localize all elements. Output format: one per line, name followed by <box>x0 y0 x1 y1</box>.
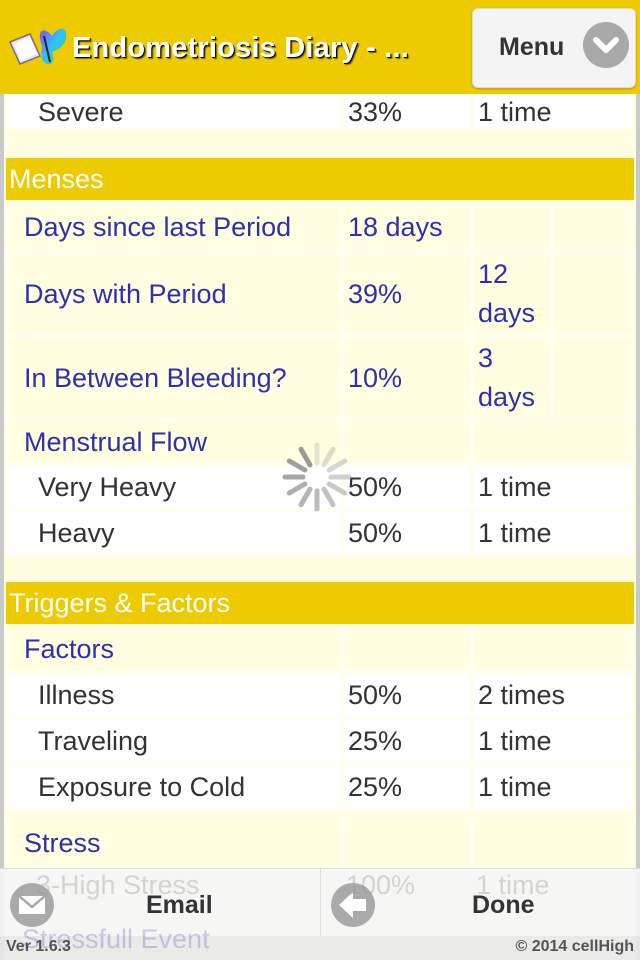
row-count: 1 time <box>472 718 634 764</box>
count-unit: days <box>478 298 536 328</box>
row-count: 12 days <box>472 252 552 336</box>
spinner-spoke <box>326 481 348 496</box>
row-percent: 33% <box>342 94 472 130</box>
row-count <box>472 626 634 672</box>
section-header-menses: Menses <box>6 158 634 200</box>
row-percent: 50% <box>342 510 472 556</box>
row-label: Days since last Period <box>6 202 342 252</box>
table-row: Stress <box>6 818 634 868</box>
row-count <box>472 202 552 252</box>
count-number: 3 <box>478 343 494 373</box>
row-percent <box>342 818 472 868</box>
menu-button[interactable]: Menu <box>472 8 636 88</box>
row-count: 1 time <box>472 464 634 510</box>
table-row: Days since last Period 18 days <box>6 202 634 252</box>
table-row: In Between Bleeding? 10% 3 days <box>6 336 634 420</box>
row-label: Severe <box>6 94 342 130</box>
table-row: Illness 50% 2 times <box>6 672 634 718</box>
table-row: Factors <box>6 626 634 672</box>
app-header: Endometriosis Diary - ... Menu <box>0 0 640 94</box>
row-percent: 50% <box>342 672 472 718</box>
done-button-label: Done <box>472 891 535 919</box>
table-row: Traveling 25% 1 time <box>6 718 634 764</box>
spinner-spoke <box>298 486 313 508</box>
section-header-triggers-factors: Triggers & Factors <box>6 582 634 624</box>
row-percent: 39% <box>342 252 472 336</box>
copyright-label: © 2014 cellHigh <box>515 938 634 955</box>
row-label: Heavy <box>6 510 342 556</box>
row-percent: 25% <box>342 718 472 764</box>
row-count: 1 time <box>472 510 634 556</box>
row-count: 3 days <box>472 336 552 420</box>
row-percent: 10% <box>342 336 472 420</box>
app-title: Endometriosis Diary - ... <box>72 32 409 64</box>
row-label: Traveling <box>6 718 342 764</box>
envelope-icon <box>10 883 54 927</box>
row-label: Days with Period <box>6 252 342 336</box>
row-percent <box>342 420 472 464</box>
row-count: 2 times <box>472 672 634 718</box>
row-empty <box>552 202 634 252</box>
table-row: Exposure to Cold 25% 1 time <box>6 764 634 810</box>
menu-button-label: Menu <box>499 33 565 61</box>
row-label: In Between Bleeding? <box>6 336 342 420</box>
arrow-left-icon <box>331 883 375 927</box>
row-count <box>472 818 634 868</box>
done-button[interactable]: Done <box>321 868 640 937</box>
spinner-spoke <box>298 446 313 468</box>
chevron-down-circle-icon <box>583 22 629 68</box>
book-butterfly-icon <box>8 28 67 65</box>
count-number: 12 <box>478 259 509 289</box>
email-button[interactable]: Email <box>0 868 321 937</box>
row-empty <box>552 336 634 420</box>
row-label: Illness <box>6 672 342 718</box>
row-label: Stress <box>6 818 342 868</box>
spinner-spoke <box>326 458 348 473</box>
footer-toolbar: Email Done 3-High Stress 100% 1 time Str… <box>0 868 640 960</box>
spinner-spoke <box>321 446 336 468</box>
email-button-label: Email <box>146 891 213 919</box>
row-percent: 25% <box>342 764 472 810</box>
table-row: Severe 33% 1 time <box>6 94 634 130</box>
row-empty <box>552 252 634 336</box>
row-percent: 50% <box>342 464 472 510</box>
row-percent <box>342 626 472 672</box>
spinner-spoke <box>321 486 336 508</box>
loading-spinner-icon <box>282 442 352 512</box>
row-label: Exposure to Cold <box>6 764 342 810</box>
row-count: 1 time <box>472 764 634 810</box>
version-label: Ver 1.6.3 <box>6 938 71 955</box>
row-percent: 18 days <box>342 202 472 252</box>
row-count: 1 time <box>472 94 634 130</box>
table-row: Days with Period 39% 12 days <box>6 252 634 336</box>
spinner-spoke <box>286 481 308 496</box>
table-row: Heavy 50% 1 time <box>6 510 634 556</box>
spinner-spoke <box>286 458 308 473</box>
count-unit: days <box>478 382 536 412</box>
status-bar: Ver 1.6.3 © 2014 cellHigh <box>0 936 640 960</box>
row-count <box>472 420 634 464</box>
row-label: Factors <box>6 626 342 672</box>
